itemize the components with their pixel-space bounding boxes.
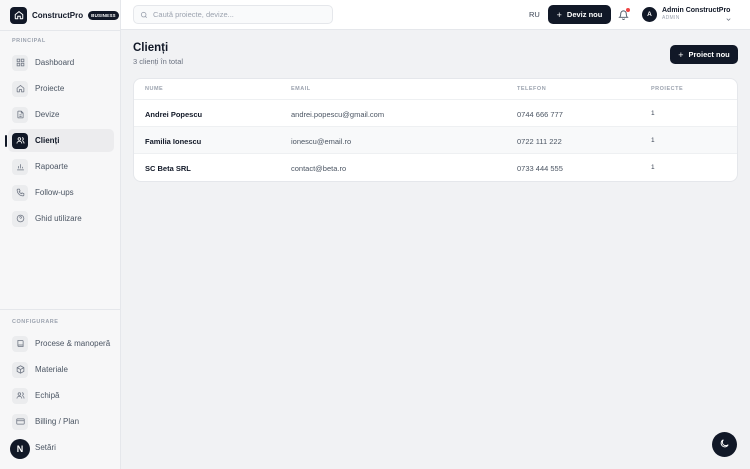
client-projects: 1 xyxy=(651,164,655,171)
client-email: ionescu@email.ro xyxy=(291,137,352,146)
new-project-label: Proiect nou xyxy=(688,50,730,59)
client-email: contact@beta.ro xyxy=(291,164,347,173)
box-icon xyxy=(12,361,28,378)
client-phone: 0722 111 222 xyxy=(517,137,562,146)
client-projects: 1 xyxy=(651,110,655,117)
table-row[interactable]: Familia Ionescu ionescu@email.ro 0722 11… xyxy=(134,127,737,154)
users-icon xyxy=(12,132,28,149)
new-quote-button[interactable]: + Deviz nou xyxy=(548,5,611,24)
home-icon xyxy=(12,80,28,97)
sidebar-item-dashboard[interactable]: Dashboard xyxy=(8,51,114,74)
page-title: Clienți xyxy=(133,42,169,54)
column-header-projects[interactable]: PROIECTE xyxy=(651,86,683,92)
moon-icon xyxy=(719,436,730,454)
sidebar-item-label: Rapoarte xyxy=(35,162,68,171)
plus-icon: + xyxy=(556,9,562,20)
user-role: ADMIN xyxy=(662,15,680,21)
table-header: NUME EMAIL TELEFON PROIECTE xyxy=(134,79,737,100)
divider xyxy=(0,30,121,31)
search-placeholder: Caută proiecte, devize... xyxy=(153,10,234,19)
chevron-down-icon[interactable] xyxy=(725,10,732,28)
section-label-configurare: CONFIGURARE xyxy=(12,319,59,325)
sidebar-item-echipa[interactable]: Echipă xyxy=(8,384,114,407)
client-name[interactable]: Familia Ionescu xyxy=(145,137,201,146)
sidebar-item-materiale[interactable]: Materiale xyxy=(8,358,114,381)
notification-dot xyxy=(626,8,630,12)
table-row[interactable]: SC Beta SRL contact@beta.ro 0733 444 555… xyxy=(134,154,737,181)
search-icon xyxy=(140,6,148,24)
book-icon xyxy=(12,335,28,352)
client-name[interactable]: SC Beta SRL xyxy=(145,164,191,173)
bar-chart-icon xyxy=(12,158,28,175)
column-header-phone[interactable]: TELEFON xyxy=(517,86,546,92)
sidebar-item-label: Ghid utilizare xyxy=(35,214,82,223)
client-name[interactable]: Andrei Popescu xyxy=(145,110,202,119)
user-name[interactable]: Admin ConstructPro xyxy=(662,7,730,14)
sidebar-item-label: Devize xyxy=(35,110,60,119)
client-projects: 1 xyxy=(651,137,655,144)
theme-toggle-button[interactable] xyxy=(712,432,737,457)
sidebar-item-label: Billing / Plan xyxy=(35,417,80,426)
grid-icon xyxy=(12,54,28,71)
sidebar-item-ghid[interactable]: Ghid utilizare xyxy=(8,207,114,230)
plan-badge: BUSINESS xyxy=(88,10,119,20)
avatar[interactable]: A xyxy=(642,7,657,22)
sidebar-item-label: Materiale xyxy=(35,365,68,374)
sidebar-item-label: Clienți xyxy=(35,136,60,145)
sidebar-item-rapoarte[interactable]: Rapoarte xyxy=(8,155,114,178)
help-circle-icon xyxy=(12,210,28,227)
brand-name: ConstructPro xyxy=(32,10,84,20)
language-switch[interactable]: RU xyxy=(529,10,540,19)
client-phone: 0744 666 777 xyxy=(517,110,563,119)
new-project-button[interactable]: + Proiect nou xyxy=(670,45,738,64)
sidebar-item-label: Proiecte xyxy=(35,84,65,93)
brand[interactable]: ConstructPro BUSINESS xyxy=(10,6,119,24)
new-quote-label: Deviz nou xyxy=(566,10,603,19)
sidebar-item-clienti[interactable]: Clienți xyxy=(8,129,114,152)
sidebar-item-follow-ups[interactable]: Follow-ups xyxy=(8,181,114,204)
n-badge[interactable]: N xyxy=(10,439,30,459)
sidebar-item-label: Dashboard xyxy=(35,58,75,67)
client-phone: 0733 444 555 xyxy=(517,164,563,173)
page-subtitle: 3 clienți în total xyxy=(133,57,184,66)
home-icon xyxy=(10,6,27,24)
document-icon xyxy=(12,106,28,123)
sidebar-item-label: Setări xyxy=(35,443,56,452)
sidebar-item-devize[interactable]: Devize xyxy=(8,103,114,126)
divider xyxy=(0,309,121,310)
section-label-principal: PRINCIPAL xyxy=(12,38,46,44)
client-email: andrei.popescu@gmail.com xyxy=(291,110,385,119)
sidebar: ConstructPro BUSINESS PRINCIPAL Dashboar… xyxy=(0,0,121,469)
team-icon xyxy=(12,387,28,404)
table-row[interactable]: Andrei Popescu andrei.popescu@gmail.com … xyxy=(134,100,737,127)
topbar: Caută proiecte, devize... RU + Deviz nou… xyxy=(121,0,750,30)
clients-table: NUME EMAIL TELEFON PROIECTE Andrei Popes… xyxy=(133,78,738,182)
phone-icon xyxy=(12,184,28,201)
sidebar-item-procese[interactable]: Procese & manoperă xyxy=(8,332,114,355)
column-header-email[interactable]: EMAIL xyxy=(291,86,311,92)
sidebar-item-label: Echipă xyxy=(35,391,60,400)
search-input[interactable]: Caută proiecte, devize... xyxy=(133,5,333,24)
sidebar-item-proiecte[interactable]: Proiecte xyxy=(8,77,114,100)
card-icon xyxy=(12,413,28,430)
plus-icon: + xyxy=(678,49,684,60)
sidebar-item-billing[interactable]: Billing / Plan xyxy=(8,410,114,433)
active-indicator xyxy=(5,135,7,147)
column-header-name[interactable]: NUME xyxy=(145,86,163,92)
sidebar-item-label: Follow-ups xyxy=(35,188,74,197)
sidebar-item-label: Procese & manoperă xyxy=(35,339,111,348)
